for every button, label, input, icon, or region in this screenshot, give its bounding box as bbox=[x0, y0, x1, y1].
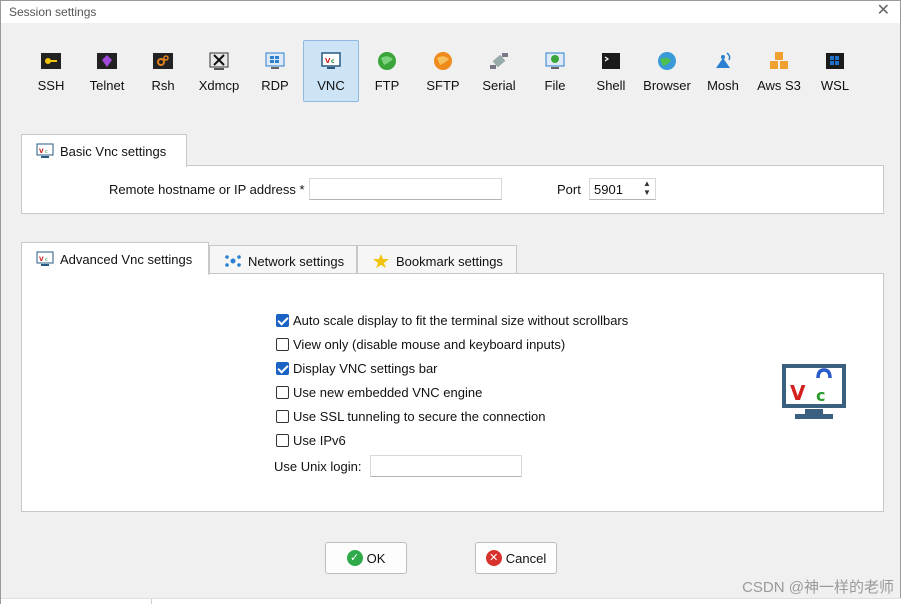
vnc-monitor-icon: Vc bbox=[36, 251, 54, 266]
protocol-ftp[interactable]: FTP bbox=[359, 40, 415, 102]
protocol-wsl[interactable]: WSL bbox=[807, 40, 863, 102]
vnc-monitor-icon: Vc bbox=[36, 143, 54, 158]
terminal-icon bbox=[602, 53, 620, 69]
option-auto-scale[interactable]: Auto scale display to fit the terminal s… bbox=[276, 311, 628, 329]
option-display-settings-bar[interactable]: Display VNC settings bar bbox=[276, 359, 438, 377]
spin-arrows-icon[interactable]: ▲ ▼ bbox=[641, 179, 653, 199]
svg-text:V: V bbox=[39, 148, 44, 155]
protocol-sftp[interactable]: SFTP bbox=[415, 40, 471, 102]
edge-separator bbox=[151, 599, 152, 604]
checkbox-checked[interactable] bbox=[276, 361, 289, 375]
protocol-rdp[interactable]: RDP bbox=[247, 40, 303, 102]
port-value: 5901 bbox=[594, 182, 623, 197]
file-monitor-icon bbox=[545, 52, 565, 69]
option-ssl-tunneling[interactable]: Use SSL tunneling to secure the connecti… bbox=[276, 407, 545, 425]
tab-advanced-vnc-settings[interactable]: Vc Advanced Vnc settings bbox=[21, 242, 209, 275]
svg-text:V: V bbox=[39, 256, 44, 263]
unix-login-label: Use Unix login: bbox=[274, 459, 362, 474]
hostname-label: Remote hostname or IP address * bbox=[109, 182, 305, 197]
port-label: Port bbox=[557, 182, 581, 197]
protocol-mosh[interactable]: Mosh bbox=[695, 40, 751, 102]
tab-label: Bookmark settings bbox=[396, 253, 503, 269]
unix-login-input[interactable] bbox=[370, 455, 522, 477]
ok-button[interactable]: ✓ OK bbox=[325, 542, 407, 574]
tab-bookmark-settings[interactable]: Bookmark settings bbox=[357, 245, 517, 276]
svg-text:c: c bbox=[331, 58, 335, 65]
protocol-ssh[interactable]: SSH bbox=[23, 40, 79, 102]
window-title: Session settings bbox=[9, 5, 97, 19]
checkbox-checked[interactable] bbox=[276, 313, 289, 327]
svg-text:c: c bbox=[45, 149, 48, 155]
svg-text:c: c bbox=[816, 386, 825, 405]
option-view-only[interactable]: View only (disable mouse and keyboard in… bbox=[276, 335, 565, 353]
x-display-icon bbox=[209, 52, 229, 70]
protocol-rsh[interactable]: Rsh bbox=[135, 40, 191, 102]
close-icon[interactable]: ✕ bbox=[877, 3, 890, 19]
option-ipv6[interactable]: Use IPv6 bbox=[276, 431, 346, 449]
window-bottom-edge bbox=[1, 598, 901, 604]
protocol-bar: SSH Telnet Rsh Xdmcp RDP Vc VNC FTP SFTP bbox=[23, 40, 863, 102]
tab-label: Network settings bbox=[248, 253, 345, 269]
key-icon bbox=[41, 53, 61, 69]
vnc-logo-icon: V c bbox=[782, 364, 846, 419]
hostname-input[interactable] bbox=[309, 178, 502, 200]
option-label: Use SSL tunneling to secure the connecti… bbox=[293, 408, 546, 424]
protocol-telnet[interactable]: Telnet bbox=[79, 40, 135, 102]
tab-basic-vnc-settings[interactable]: Vc Basic Vnc settings bbox=[21, 134, 187, 167]
svg-text:V: V bbox=[790, 381, 806, 405]
gem-icon bbox=[97, 53, 117, 69]
option-label: Auto scale display to fit the terminal s… bbox=[293, 312, 629, 328]
port-stepper[interactable]: 5901 ▲ ▼ bbox=[589, 178, 656, 200]
tab-label: Basic Vnc settings bbox=[60, 143, 167, 159]
watermark: CSDN @神一样的老师 bbox=[742, 579, 894, 596]
option-label: View only (disable mouse and keyboard in… bbox=[293, 336, 566, 352]
vnc-monitor-icon: Vc bbox=[321, 52, 341, 69]
network-icon bbox=[225, 255, 241, 267]
option-label: Use IPv6 bbox=[293, 432, 346, 448]
svg-text:c: c bbox=[45, 257, 48, 263]
protocol-xdmcp[interactable]: Xdmcp bbox=[191, 40, 247, 102]
browser-globe-icon bbox=[658, 52, 676, 70]
protocol-serial[interactable]: Serial bbox=[471, 40, 527, 102]
tab-label: Advanced Vnc settings bbox=[60, 251, 193, 267]
option-embedded-engine[interactable]: Use new embedded VNC engine bbox=[276, 383, 482, 401]
globe-orange-icon bbox=[434, 52, 452, 70]
checkbox-unchecked[interactable] bbox=[276, 409, 289, 423]
star-icon bbox=[373, 254, 389, 268]
protocol-vnc[interactable]: Vc VNC bbox=[303, 40, 359, 102]
cancel-circle-icon: ✕ bbox=[485, 550, 502, 566]
protocol-browser[interactable]: Browser bbox=[639, 40, 695, 102]
basic-settings-panel: Remote hostname or IP address * Port 590… bbox=[21, 165, 884, 214]
satellite-icon bbox=[490, 53, 508, 69]
option-label: Display VNC settings bar bbox=[293, 360, 438, 376]
protocol-file[interactable]: File bbox=[527, 40, 583, 102]
gears-icon bbox=[153, 53, 173, 69]
title-bar: Session settings ✕ bbox=[1, 1, 900, 23]
checkbox-unchecked[interactable] bbox=[276, 385, 289, 399]
remote-desktop-icon bbox=[265, 52, 285, 69]
checkbox-unchecked[interactable] bbox=[276, 433, 289, 447]
cancel-button[interactable]: ✕ Cancel bbox=[475, 542, 557, 574]
protocol-aws-s3[interactable]: Aws S3 bbox=[751, 40, 807, 102]
windows-icon bbox=[826, 53, 844, 69]
tab-network-settings[interactable]: Network settings bbox=[209, 245, 357, 276]
session-settings-window: Session settings ✕ SSH Telnet Rsh Xdmcp … bbox=[0, 0, 901, 604]
option-label: Use new embedded VNC engine bbox=[293, 384, 483, 400]
cancel-label: Cancel bbox=[505, 550, 547, 566]
checkbox-unchecked[interactable] bbox=[276, 337, 289, 351]
protocol-shell[interactable]: Shell bbox=[583, 40, 639, 102]
aws-cubes-icon bbox=[770, 52, 788, 69]
check-circle-icon: ✓ bbox=[346, 550, 363, 566]
ok-label: OK bbox=[366, 550, 386, 566]
globe-green-icon bbox=[378, 52, 396, 70]
antenna-icon bbox=[716, 52, 731, 68]
